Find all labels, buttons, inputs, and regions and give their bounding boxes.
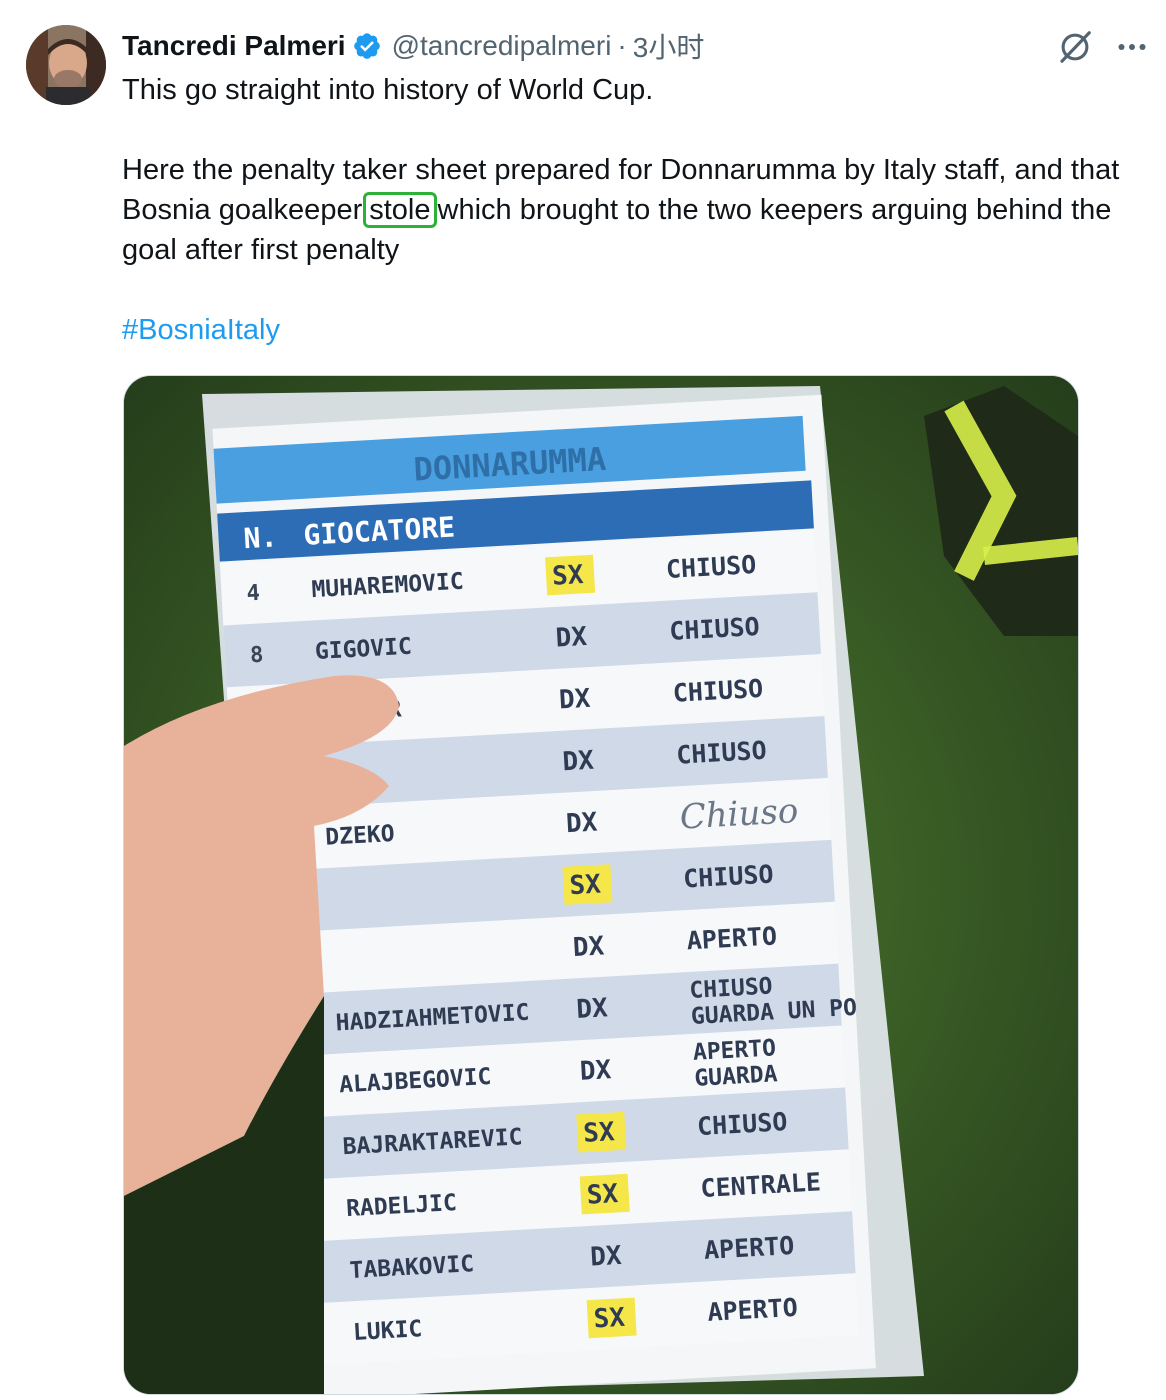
- sheet-row-side: DX: [558, 684, 591, 716]
- sheet-row-side: DX: [562, 746, 595, 778]
- sheet-row-note-2: GUARDA: [694, 1061, 779, 1092]
- author-handle[interactable]: @tancredipalmeri: [392, 30, 612, 62]
- sheet-row-side: SX: [551, 560, 584, 592]
- sheet-row-player: LUKIC: [352, 1316, 423, 1346]
- sheet-row-note: CHIUSO: [665, 550, 757, 584]
- sheet-row-side: DX: [555, 622, 588, 654]
- more-icon[interactable]: [1114, 29, 1150, 65]
- sheet-row-side: SX: [586, 1179, 619, 1211]
- tweet-actions-top: [1056, 28, 1150, 66]
- sheet-row-side: DX: [589, 1241, 622, 1273]
- sheet-row-note: APERTO: [703, 1231, 795, 1265]
- sheet-row-note: CHIUSO: [696, 1107, 788, 1141]
- highlighted-word: stole: [363, 192, 437, 228]
- hashtag-link[interactable]: #BosniaItaly: [122, 314, 280, 346]
- tweet-header: Tancredi Palmeri @tancredipalmeri · 3小时: [122, 26, 704, 66]
- verified-badge-icon: [353, 33, 380, 59]
- sheet-row-side: DX: [579, 1055, 612, 1087]
- separator: ·: [617, 30, 627, 61]
- tweet-paragraph-2: Here the penalty taker sheet prepared fo…: [122, 150, 1142, 270]
- tweet-text: This go straight into history of World C…: [122, 70, 1142, 350]
- sheet-row-player: DZEKO: [325, 821, 396, 851]
- sheet-row-note: CHIUSO: [669, 612, 761, 646]
- sheet-row-side: DX: [565, 808, 598, 840]
- tweet-photo[interactable]: DONNARUMMA N. GIOCATORE 4 MUHAREMOVIC SX CH…: [123, 375, 1079, 1395]
- penalty-sheet-photo: DONNARUMMA N. GIOCATORE 4 MUHAREMOVIC SX CH…: [124, 376, 1078, 1394]
- sheet-header-num: N.: [243, 520, 279, 555]
- sheet-row-note: CHIUSO: [676, 736, 768, 770]
- timestamp[interactable]: 3小时: [633, 26, 705, 66]
- avatar[interactable]: [26, 25, 106, 105]
- sheet-row-note: CHIUSO: [682, 860, 774, 894]
- sheet-row-note: APERTO: [707, 1293, 799, 1327]
- sheet-row-side: SX: [593, 1303, 626, 1335]
- sheet-row-number: 8: [249, 643, 264, 669]
- sheet-row-number: 4: [246, 581, 261, 607]
- sheet-row-side: DX: [572, 931, 605, 963]
- sheet-row-note: APERTO: [686, 921, 778, 955]
- sheet-row-side: SX: [569, 869, 602, 901]
- sheet-row-player: GIGOVIC: [314, 634, 412, 665]
- grok-icon[interactable]: [1056, 28, 1094, 66]
- sheet-row-side: SX: [583, 1117, 616, 1149]
- author-name[interactable]: Tancredi Palmeri: [122, 30, 346, 62]
- sheet-row-note: CHIUSO: [672, 674, 764, 708]
- tweet-line-1: This go straight into history of World C…: [122, 74, 654, 106]
- tweet[interactable]: Tancredi Palmeri @tancredipalmeri · 3小时 …: [0, 0, 1166, 1400]
- sheet-row-note: Chiuso: [679, 791, 800, 838]
- sheet-row-side: DX: [576, 993, 609, 1025]
